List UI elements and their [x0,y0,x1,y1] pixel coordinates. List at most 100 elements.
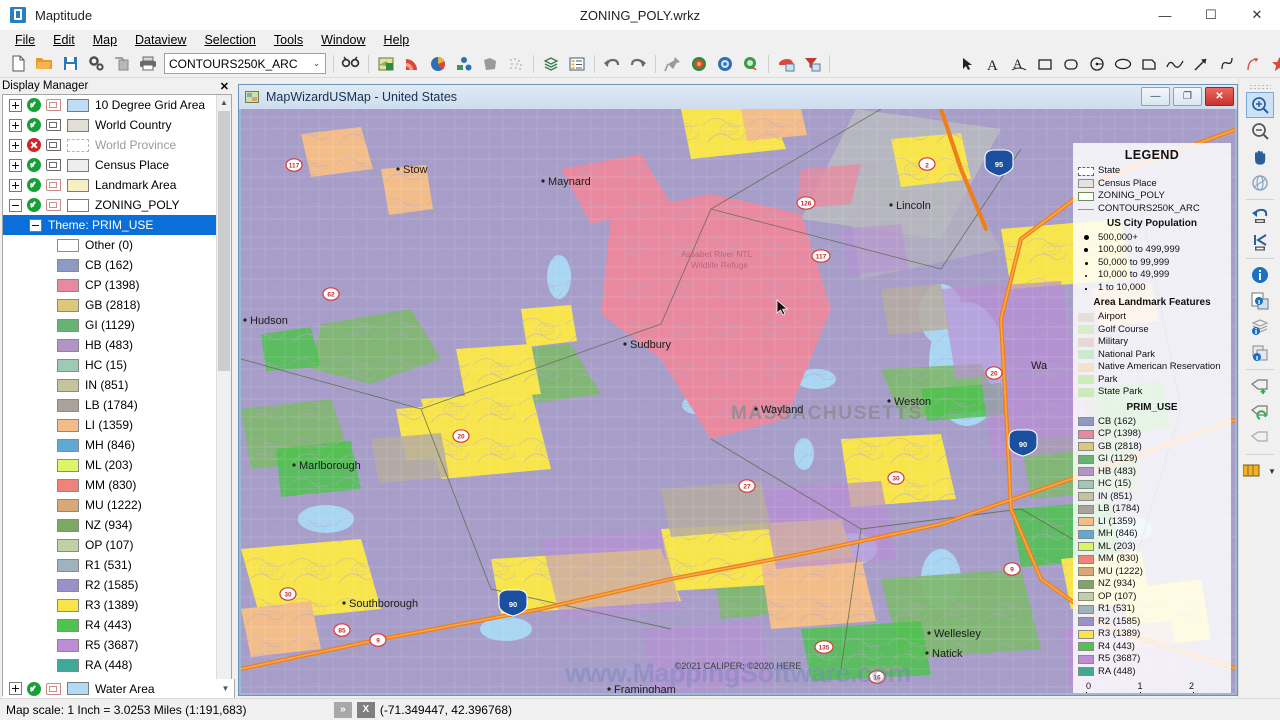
menu-map[interactable]: Map [84,31,126,49]
collapse-icon[interactable] [9,198,22,212]
layer-row-zoning-poly[interactable]: ZONING_POLY [3,195,216,215]
scatter-icon[interactable] [451,52,477,76]
menu-help[interactable]: Help [375,31,419,49]
label-hide-icon[interactable] [1246,425,1274,451]
map-maximize-button[interactable]: ❐ [1173,87,1202,106]
initial-scale-icon[interactable] [1246,229,1274,255]
shape-icon[interactable] [477,52,503,76]
theme-class-row[interactable]: OP (107) [3,535,216,555]
map-canvas[interactable]: MASSACHUSETTS Assabet River NTL Wildlife… [241,109,1235,693]
pin-icon[interactable] [660,52,686,76]
scroll-down-icon[interactable]: ▼ [217,679,235,698]
label-refresh-icon[interactable] [1246,399,1274,425]
circle-icon[interactable] [1084,52,1110,76]
minimize-button[interactable]: — [1142,0,1188,30]
new-icon[interactable] [5,52,31,76]
text-icon[interactable]: A [980,52,1006,76]
pointer-icon[interactable] [954,52,980,76]
layer-selector[interactable]: CONTOURS250K_ARC ⌄ [164,53,326,74]
layer-tree-scrollbar[interactable]: ▲ [216,95,231,695]
curve-icon[interactable] [1214,52,1240,76]
dataview-icon[interactable] [564,52,590,76]
label-toggle-icon[interactable] [46,139,61,151]
buffer-icon[interactable] [686,52,712,76]
theme-class-row[interactable]: GB (2818) [3,295,216,315]
theme-class-row[interactable]: IN (851) [3,375,216,395]
theme-class-row[interactable]: HC (15) [3,355,216,375]
theme-class-row[interactable]: HB (483) [3,335,216,355]
visibility-icon[interactable] [27,118,41,132]
close-button[interactable]: ✕ [1234,0,1280,30]
visibility-icon[interactable] [27,158,41,172]
polygon-icon[interactable] [1136,52,1162,76]
open-icon[interactable] [31,52,57,76]
theme-class-row[interactable]: MM (830) [3,475,216,495]
theme-class-row[interactable]: CP (1398) [3,275,216,295]
redo-icon[interactable] [625,52,651,76]
expand-icon[interactable] [9,98,22,112]
expand-icon[interactable] [9,158,22,172]
expand-icon[interactable] [9,178,22,192]
scrollbar-thumb[interactable] [218,111,230,371]
menu-dataview[interactable]: Dataview [126,31,195,49]
polyline-icon[interactable] [1162,52,1188,76]
color-theme-icon[interactable]: ▼ [1241,458,1279,484]
ring-icon[interactable] [712,52,738,76]
close-icon[interactable]: ✕ [217,80,232,93]
undo-icon[interactable] [599,52,625,76]
label-toggle-icon[interactable] [46,199,61,211]
maximize-button[interactable]: ☐ [1188,0,1234,30]
label-toggle-icon[interactable] [46,159,61,171]
layer-row-grid-area[interactable]: 10 Degree Grid Area [3,95,216,115]
layer-row-world-province[interactable]: World Province [3,135,216,155]
layer-row-world-country[interactable]: World Country [3,115,216,135]
zoom-in-icon[interactable] [1245,92,1274,118]
menu-file[interactable]: File [6,31,44,49]
theme-class-row[interactable]: LI (1359) [3,415,216,435]
layers-icon[interactable] [538,52,564,76]
menu-selection[interactable]: Selection [195,31,264,49]
close-status-icon[interactable]: X [356,701,375,718]
dropdown-arrow-icon[interactable]: ▼ [1268,467,1276,476]
label-toggle-icon[interactable] [46,682,61,695]
map-minimize-button[interactable]: — [1141,87,1170,106]
arrow-icon[interactable] [1188,52,1214,76]
label-toggle-icon[interactable] [46,119,61,131]
ellipse-icon[interactable] [1110,52,1136,76]
collapse-icon[interactable] [29,218,42,232]
label-toggle-icon[interactable] [46,179,61,191]
find-icon[interactable] [338,52,364,76]
theme-row-prim-use[interactable]: Theme: PRIM_USE [3,215,216,235]
theme-class-row[interactable]: R4 (443) [3,615,216,635]
arc-icon[interactable] [1240,52,1266,76]
map-close-button[interactable]: ✕ [1205,87,1234,106]
theme-class-row[interactable]: R3 (1389) [3,595,216,615]
menu-tools[interactable]: Tools [265,31,312,49]
theme-class-row[interactable]: R2 (1585) [3,575,216,595]
layer-row-water-area[interactable]: Water Area [3,679,217,698]
layer-row-census-place[interactable]: Census Place [3,155,216,175]
pan-hand-icon[interactable] [1246,144,1274,170]
curved-text-icon[interactable]: A [1006,52,1032,76]
previous-scale-icon[interactable] [1246,203,1274,229]
save-icon[interactable] [57,52,83,76]
menu-window[interactable]: Window [312,31,374,49]
theme-class-row[interactable]: RA (448) [3,655,216,675]
pie-chart-icon[interactable] [425,52,451,76]
heatmap-icon[interactable] [399,52,425,76]
expand-icon[interactable] [9,118,22,132]
expand-icon[interactable] [9,138,22,152]
info-layers-icon[interactable] [1246,314,1274,340]
label-toggle-icon[interactable] [46,99,61,111]
vertical-toolbar-grip[interactable] [1248,84,1271,90]
print-icon[interactable] [135,52,161,76]
menu-edit[interactable]: Edit [44,31,84,49]
theme-class-row[interactable]: GI (1129) [3,315,216,335]
layer-row-landmark-area[interactable]: Landmark Area [3,175,216,195]
label-move-icon[interactable] [1246,373,1274,399]
settings-icon[interactable] [83,52,109,76]
info-layer-icon[interactable] [1246,288,1274,314]
visibility-icon[interactable] [27,138,41,152]
info-icon[interactable] [1246,262,1274,288]
visibility-icon[interactable] [27,198,41,212]
